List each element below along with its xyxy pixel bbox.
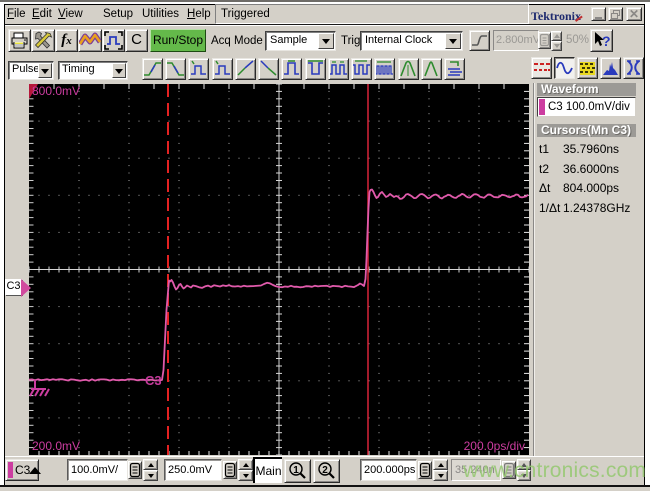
svg-text:2: 2 xyxy=(322,465,328,476)
svg-text:200.0ps/div: 200.0ps/div xyxy=(464,439,525,453)
svg-text:1: 1 xyxy=(293,465,299,476)
svg-text:?: ? xyxy=(602,33,611,49)
svg-text:800.0mV: 800.0mV xyxy=(32,84,80,98)
svg-text:200.0mV: 200.0mV xyxy=(32,439,80,453)
svg-text:C3: C3 xyxy=(145,373,162,388)
